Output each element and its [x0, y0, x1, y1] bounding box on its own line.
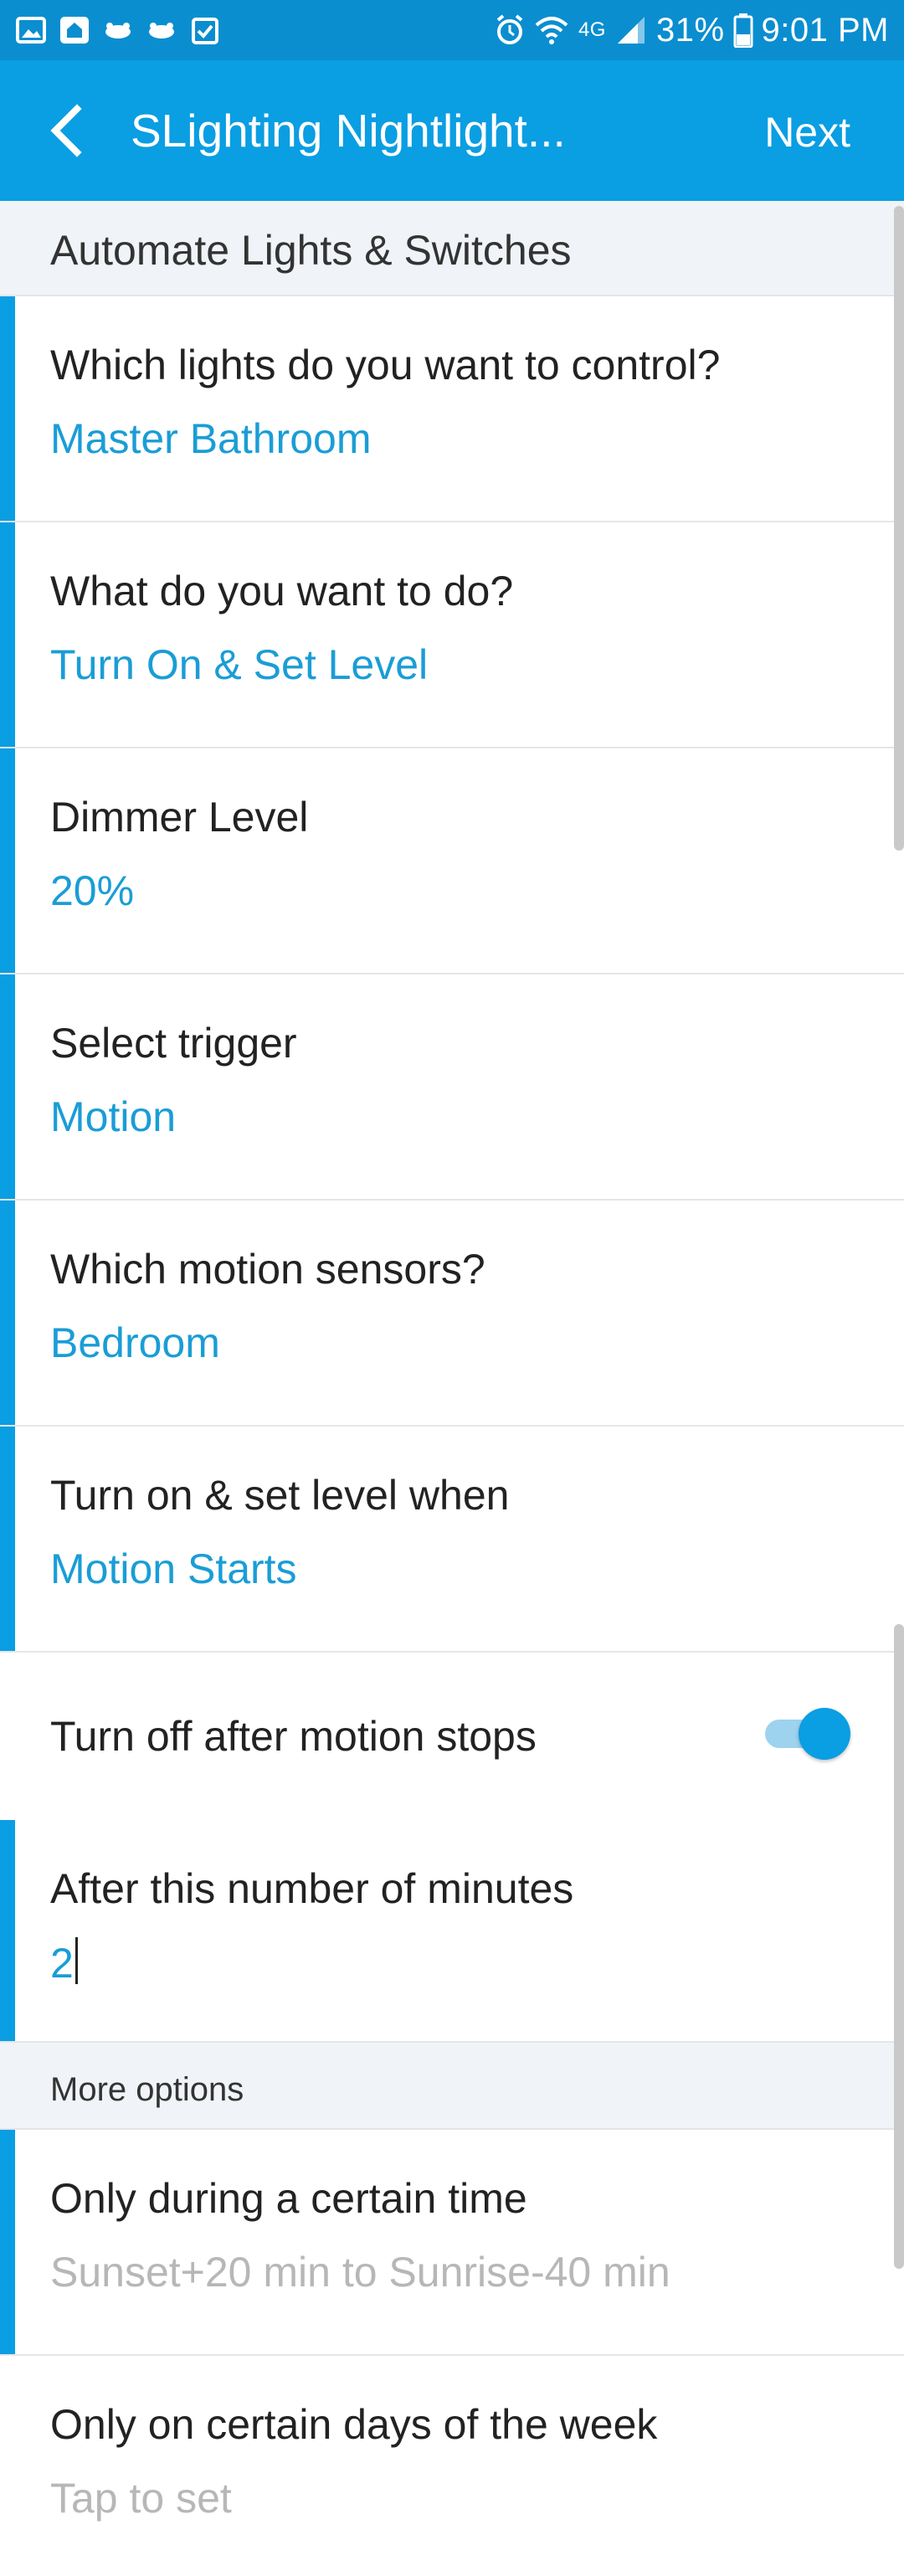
toggle-thumb — [799, 1708, 850, 1760]
clipboard-check-icon — [189, 16, 221, 44]
chevron-left-icon — [50, 104, 82, 157]
smartthings-app-icon — [59, 16, 90, 44]
turn-off-toggle-row: Turn off after motion stops — [0, 1653, 904, 1820]
dimmer-level-row[interactable]: Dimmer Level 20% — [0, 748, 904, 974]
setting-label: What do you want to do? — [50, 568, 514, 614]
turn-off-toggle[interactable] — [765, 1704, 850, 1763]
minutes-input-row[interactable]: After this number of minutes 2 — [0, 1820, 904, 2043]
time-restriction-row[interactable]: Only during a certain time Sunset+20 min… — [0, 2130, 904, 2356]
battery-icon — [733, 13, 753, 48]
input-text: 2 — [50, 1940, 74, 1987]
back-button[interactable] — [32, 97, 99, 164]
setting-label: Turn on & set level when — [50, 1472, 510, 1519]
action-setting-row[interactable]: What do you want to do? Turn On & Set Le… — [0, 522, 904, 748]
wifi-icon — [533, 13, 570, 47]
setting-label: After this number of minutes — [50, 1865, 574, 1912]
setting-label: Select trigger — [50, 1020, 297, 1067]
days-restriction-row[interactable]: Only on certain days of the week Tap to … — [0, 2356, 904, 2576]
setting-value: Bedroom — [50, 1319, 220, 1366]
setting-label: Only on certain days of the week — [50, 2401, 658, 2448]
trigger-condition-row[interactable]: Turn on & set level when Motion Starts — [0, 1427, 904, 1653]
setting-value: Motion Starts — [50, 1545, 297, 1592]
scrollbar-top[interactable] — [894, 206, 904, 851]
lights-setting-row[interactable]: Which lights do you want to control? Mas… — [0, 296, 904, 522]
text-cursor — [74, 1937, 78, 1984]
section-title: More options — [50, 2071, 244, 2108]
image-icon — [15, 16, 47, 44]
battery-percentage: 31% — [655, 11, 725, 49]
next-button[interactable]: Next — [764, 107, 850, 157]
app-bar: SLighting Nightlight... Next — [0, 60, 904, 201]
motion-sensors-row[interactable]: Which motion sensors? Bedroom — [0, 1201, 904, 1427]
minutes-input[interactable]: 2 — [50, 1937, 78, 1988]
setting-label: Dimmer Level — [50, 794, 309, 841]
setting-label: Only during a certain time — [50, 2175, 527, 2222]
section-title: Automate Lights & Switches — [50, 227, 572, 274]
drone-icon — [146, 16, 177, 44]
drone-icon — [102, 16, 134, 44]
network-type: 4G — [578, 18, 606, 41]
alarm-icon — [495, 13, 525, 47]
scrollbar-bottom[interactable] — [894, 1624, 904, 2269]
setting-value: 20% — [50, 867, 135, 914]
page-title: SLighting Nightlight... — [131, 105, 566, 157]
signal-icon — [614, 13, 648, 47]
setting-label: Which motion sensors? — [50, 1246, 485, 1293]
clock: 9:01 PM — [761, 11, 889, 49]
setting-value: Turn On & Set Level — [50, 641, 429, 688]
setting-label: Which lights do you want to control? — [50, 342, 721, 388]
setting-value: Motion — [50, 1093, 177, 1140]
notification-icons — [15, 13, 221, 47]
section-header: Automate Lights & Switches — [0, 201, 904, 296]
setting-value: Sunset+20 min to Sunrise-40 min — [50, 2249, 670, 2296]
trigger-setting-row[interactable]: Select trigger Motion — [0, 974, 904, 1201]
status-bar: 4G 31% 9:01 PM — [0, 0, 904, 60]
setting-label: Turn off after motion stops — [50, 1713, 537, 1760]
setting-value: Master Bathroom — [50, 415, 372, 462]
system-status: 4G 31% 9:01 PM — [495, 7, 889, 54]
setting-value: Tap to set — [50, 2475, 232, 2522]
more-options-header: More options — [0, 2043, 904, 2130]
